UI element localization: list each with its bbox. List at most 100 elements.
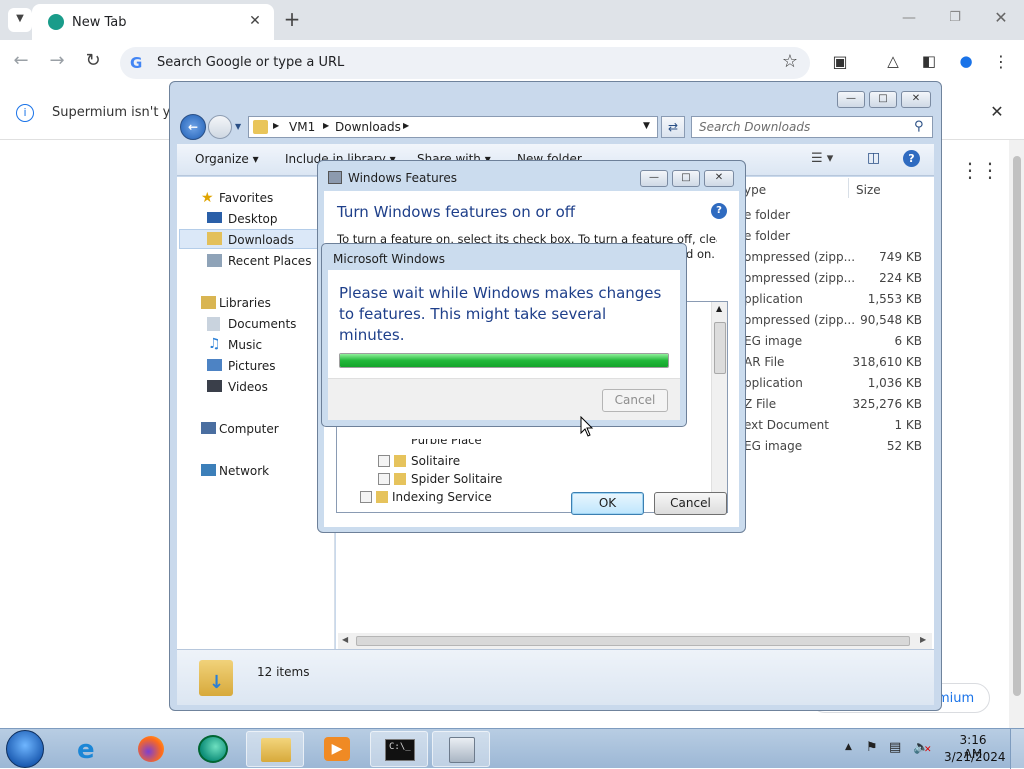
- column-header-type[interactable]: ype: [744, 183, 766, 197]
- tree-item-partial[interactable]: Purble Place: [411, 439, 482, 448]
- column-header-size[interactable]: Size: [856, 183, 881, 197]
- file-row-type[interactable]: EG image: [744, 334, 802, 348]
- explorer-maximize-button[interactable]: □: [869, 91, 897, 108]
- scroll-left-icon[interactable]: ◀: [342, 635, 348, 644]
- nav-downloads[interactable]: Downloads: [228, 233, 294, 247]
- taskbar-media-player-icon[interactable]: ▶: [308, 731, 366, 767]
- new-tab-button[interactable]: +: [282, 8, 302, 30]
- clock-date[interactable]: 3/21/2024: [944, 750, 1006, 764]
- scroll-up-icon[interactable]: ▲: [716, 304, 722, 313]
- nav-computer[interactable]: Computer: [219, 422, 279, 436]
- address-dropdown-icon[interactable]: ▼: [643, 121, 650, 131]
- explorer-forward-icon[interactable]: [208, 115, 232, 139]
- features-close-button[interactable]: ✕: [704, 170, 734, 187]
- features-ok-button[interactable]: OK: [571, 492, 644, 515]
- file-row-type[interactable]: EG image: [744, 439, 802, 453]
- labs-flask-icon[interactable]: △: [882, 52, 904, 74]
- horizontal-scrollbar[interactable]: ◀ ▶: [338, 633, 932, 649]
- nav-network[interactable]: Network: [219, 464, 269, 478]
- tab-close-icon[interactable]: ✕: [246, 12, 264, 30]
- taskbar-firefox-icon[interactable]: [122, 731, 180, 767]
- address-crumb-downloads[interactable]: Downloads: [335, 120, 401, 134]
- reload-icon[interactable]: ↻: [82, 50, 104, 72]
- features-cancel-button[interactable]: Cancel: [654, 492, 727, 515]
- features-maximize-button[interactable]: □: [672, 170, 700, 187]
- nav-documents[interactable]: Documents: [228, 317, 296, 331]
- tree-scroll-thumb[interactable]: [714, 322, 726, 374]
- tree-item-solitaire[interactable]: Solitaire: [411, 454, 460, 468]
- file-row-type[interactable]: e folder: [744, 208, 790, 222]
- action-center-flag-icon[interactable]: ⚑: [866, 740, 878, 755]
- progress-cancel-button[interactable]: Cancel: [602, 389, 668, 412]
- taskbar-ie-icon[interactable]: e: [60, 731, 118, 767]
- nav-favorites[interactable]: Favorites: [219, 191, 273, 205]
- features-minimize-button[interactable]: —: [640, 170, 668, 187]
- page-scrollbar[interactable]: [1009, 140, 1024, 728]
- address-bar[interactable]: ▶ VM1 ▶ Downloads ▶ ▼: [248, 116, 658, 138]
- features-help-icon[interactable]: ?: [711, 203, 727, 219]
- recent-pages-chevron-icon[interactable]: ▼: [235, 122, 241, 131]
- help-icon[interactable]: ?: [903, 150, 920, 167]
- scroll-thumb[interactable]: [356, 636, 910, 646]
- forward-arrow-icon[interactable]: →: [46, 50, 68, 72]
- network-tray-icon[interactable]: ▤: [889, 740, 901, 755]
- nav-videos[interactable]: Videos: [228, 380, 268, 394]
- explorer-back-icon[interactable]: ←: [180, 114, 206, 140]
- menu-kebab-icon[interactable]: ⋮: [990, 52, 1012, 74]
- file-row-type[interactable]: e folder: [744, 229, 790, 243]
- explorer-minimize-button[interactable]: —: [837, 91, 865, 108]
- taskbar-windows-features-icon[interactable]: [432, 731, 490, 767]
- tab-search-button[interactable]: ▼: [8, 8, 32, 32]
- show-desktop-button[interactable]: [1010, 729, 1024, 769]
- desktop-icon: [207, 212, 222, 223]
- profile-avatar-icon[interactable]: ●: [955, 52, 977, 74]
- file-row-type[interactable]: AR File: [744, 355, 784, 369]
- nav-recent-places[interactable]: Recent Places: [228, 254, 311, 268]
- customize-chip-label: mium: [937, 691, 975, 706]
- info-bar-text: Supermium isn't you: [52, 105, 187, 120]
- tree-item-spider-solitaire[interactable]: Spider Solitaire: [411, 472, 502, 486]
- file-row-type[interactable]: ext Document: [744, 418, 829, 432]
- taskbar-cmd-icon[interactable]: C:\_: [370, 731, 428, 767]
- address-crumb-vm1[interactable]: VM1: [289, 120, 315, 134]
- extensions-icon[interactable]: ▣: [829, 52, 851, 74]
- checkbox-spider-solitaire[interactable]: [378, 473, 390, 485]
- nav-libraries[interactable]: Libraries: [219, 296, 271, 310]
- nav-music[interactable]: Music: [228, 338, 262, 352]
- minimize-window-button[interactable]: —: [898, 10, 920, 30]
- address-sep-icon: ▶: [273, 121, 280, 130]
- nav-desktop[interactable]: Desktop: [228, 212, 278, 226]
- view-options-icon[interactable]: ☰ ▾: [811, 151, 833, 166]
- file-row-size: 6 KB: [894, 334, 922, 348]
- omnibox[interactable]: G Search Google or type a URL ☆: [120, 47, 810, 79]
- close-window-button[interactable]: ✕: [990, 8, 1012, 30]
- taskbar-supermium-icon[interactable]: [184, 731, 242, 767]
- file-row-type[interactable]: pplication: [744, 376, 803, 390]
- search-downloads-input[interactable]: Search Downloads ⚲: [691, 116, 933, 138]
- taskbar-explorer-icon[interactable]: [246, 731, 304, 767]
- tab-favicon-icon: [48, 14, 64, 30]
- back-arrow-icon[interactable]: ←: [10, 50, 32, 72]
- mute-x-icon: ✕: [924, 745, 932, 755]
- start-button-icon[interactable]: [6, 730, 44, 768]
- explorer-close-button[interactable]: ✕: [901, 91, 931, 108]
- checkbox-indexing-service[interactable]: [360, 491, 372, 503]
- refresh-icon[interactable]: ⇄: [661, 116, 685, 138]
- apps-grid-icon[interactable]: ⋮⋮: [960, 158, 1000, 184]
- tree-scrollbar[interactable]: ▲ ▼: [711, 302, 727, 512]
- checkbox-solitaire[interactable]: [378, 455, 390, 467]
- info-bar-close-icon[interactable]: ✕: [987, 102, 1007, 122]
- side-panel-icon[interactable]: ◧: [918, 52, 940, 74]
- tree-item-indexing-service[interactable]: Indexing Service: [392, 490, 492, 504]
- scroll-right-icon[interactable]: ▶: [920, 635, 926, 644]
- tray-overflow-icon[interactable]: ▲: [845, 742, 852, 752]
- tab-new-tab[interactable]: New Tab ✕: [32, 4, 274, 40]
- file-row-type[interactable]: Z File: [744, 397, 776, 411]
- nav-pictures[interactable]: Pictures: [228, 359, 276, 373]
- file-row-type[interactable]: pplication: [744, 292, 803, 306]
- search-icon[interactable]: ⚲: [914, 119, 924, 134]
- preview-pane-icon[interactable]: ◫: [867, 150, 880, 166]
- restore-window-button[interactable]: ❐: [944, 10, 966, 30]
- bookmark-star-icon[interactable]: ☆: [778, 51, 802, 75]
- organize-button[interactable]: Organize ▾: [195, 152, 259, 166]
